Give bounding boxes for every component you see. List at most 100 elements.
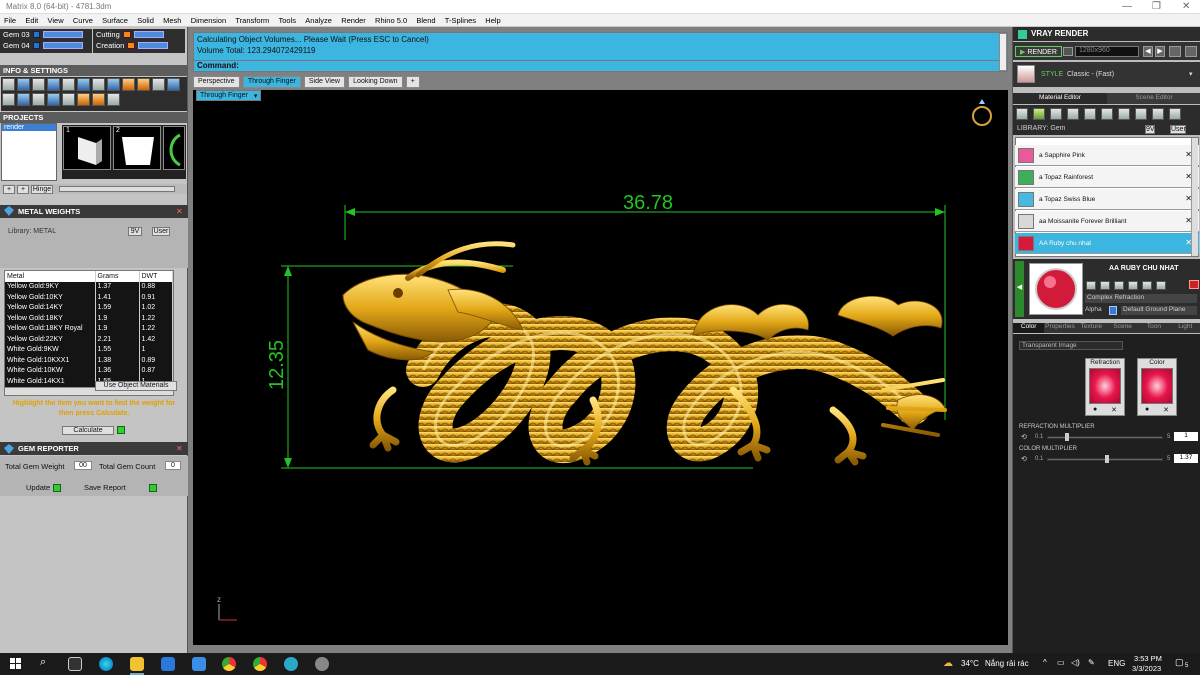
reset-icon[interactable]: ⟲ [1021,433,1027,441]
table-row[interactable]: Yellow Gold:18KY Royal 1.9 1.22 [5,323,173,334]
network-icon[interactable]: ▭ [1057,658,1065,667]
weather-icon[interactable]: ☁ [943,658,953,669]
layer-swatch[interactable] [122,31,131,38]
preview-tool-icon[interactable] [1128,281,1138,290]
list-item[interactable]: a Sapphire Pink ✕ [1015,145,1199,166]
layer-bar[interactable] [42,31,83,38]
calculate-button[interactable]: Calculate [62,425,114,435]
dragon-model[interactable] [342,241,947,466]
base-color-swatch[interactable] [1141,368,1173,404]
layer-bar[interactable] [42,42,83,49]
ring-tool-icon[interactable] [92,93,105,106]
menu-rhino[interactable]: Rhino 5.0 [371,14,410,25]
edge-icon[interactable] [99,657,113,671]
use-object-materials-checkbox[interactable]: Use Object Materials [95,381,177,391]
camera-icon[interactable] [1063,47,1073,56]
display-tool-icon[interactable] [47,78,60,91]
transparent-image-dropdown[interactable]: Transparent Image [1019,341,1123,350]
save-report-go-icon[interactable] [148,483,157,492]
close-button[interactable]: ✕ [1182,1,1190,12]
clear-icon[interactable]: ✕ [1111,406,1117,414]
ring-view-icon[interactable] [972,99,992,126]
ground-plane-dropdown[interactable]: Default Ground Plane [1121,306,1197,315]
menu-mesh[interactable]: Mesh [159,14,184,25]
eyedropper-icon[interactable]: ● [1093,406,1097,414]
layer-swatch[interactable] [32,31,40,38]
material-grid-icon[interactable] [1101,108,1113,120]
file-explorer-icon[interactable] [130,657,144,671]
layer-swatch[interactable] [127,42,136,49]
chevron-down-icon[interactable]: ▾ [254,92,258,100]
curve-tool-icon[interactable] [47,93,60,106]
tab-light[interactable]: Light [1170,323,1200,333]
preview-tool-icon[interactable] [1114,281,1124,290]
measure-tool-icon[interactable] [107,78,120,91]
zoom-tool-icon[interactable] [17,78,30,91]
table-row[interactable]: Yellow Gold:14KY 1.59 1.02 [5,302,173,313]
alpha-toggle[interactable] [1109,306,1117,315]
clock-date[interactable]: 3/3/2023 [1132,664,1161,673]
save-report-button[interactable]: Save Report [84,483,126,492]
reset-icon[interactable]: ⟲ [1021,455,1027,463]
table-row[interactable]: White Gold:9KW 1.55 1 [5,344,173,355]
snap-tool-icon[interactable] [77,78,90,91]
project-scrollbar[interactable] [59,186,175,192]
menu-transform[interactable]: Transform [231,14,272,25]
add-project-button[interactable]: + [3,184,15,194]
active-view-label[interactable]: Through Finger ▾ [196,90,262,101]
clear-icon[interactable]: ✕ [1163,406,1169,414]
table-row[interactable]: Yellow Gold:9KY 1.37 0.88 [5,281,173,292]
layer-tool-icon[interactable] [32,78,45,91]
layer-bar[interactable] [133,31,164,38]
color-value-field[interactable]: 1.37 [1174,454,1198,463]
color-slider-thumb[interactable] [1105,455,1109,463]
view-tool-icon[interactable] [152,78,165,91]
menu-surface[interactable]: Surface [98,14,131,25]
tab-scene[interactable]: Scene [1107,323,1138,333]
material-light-icon[interactable] [1169,108,1181,120]
refraction-color-swatch[interactable] [1089,368,1121,404]
layer-swatch[interactable] [32,42,40,49]
menu-blend[interactable]: Blend [412,14,438,25]
style-value[interactable]: Classic - (Fast) [1067,71,1114,78]
tab-toon[interactable]: Toon [1138,323,1169,333]
task-view-icon[interactable] [68,657,82,671]
table-row[interactable]: Yellow Gold:22KY 2.21 1.42 [5,334,173,345]
menu-tools[interactable]: Tools [275,14,300,25]
select-tool-icon[interactable] [2,78,15,91]
preview-tool-icon[interactable] [1100,281,1110,290]
chrome-icon[interactable] [222,657,236,671]
preview-tool-icon[interactable] [1156,281,1166,290]
search-icon[interactable]: ⌕ [40,656,46,669]
tab-side-view[interactable]: Side View [303,76,345,88]
tab-through-finger[interactable]: Through Finger [242,76,301,88]
menu-edit[interactable]: Edit [21,14,41,25]
metal-9v-toggle[interactable]: 9V [128,227,142,236]
weather-temp[interactable]: 34°C [961,659,979,668]
clock-time[interactable]: 3:53 PM [1134,654,1162,663]
command-scrollbar[interactable] [999,33,1007,71]
update-button[interactable]: Update [26,483,50,492]
tab-looking-down[interactable]: Looking Down [348,76,403,88]
add-viewport-tab-icon[interactable]: + [405,76,420,88]
material-texture-icon[interactable] [1067,108,1079,120]
tab-scene-editor[interactable]: Scene Editor [1107,93,1200,104]
chevron-down-icon[interactable]: ▾ [1189,70,1193,78]
material-tool-icon[interactable] [137,78,150,91]
menu-view[interactable]: View [44,14,67,25]
weather-text[interactable]: Nắng rải rác [985,659,1029,668]
close-metal-weights-icon[interactable]: ✕ [176,207,183,216]
material-list-scrollbar[interactable] [1191,138,1198,256]
thumbnail-2[interactable]: 2 [113,126,161,170]
preview-tool-icon[interactable] [1086,281,1096,290]
tab-properties[interactable]: Properties [1044,323,1075,333]
store-icon[interactable] [161,657,175,671]
list-item[interactable]: a Topaz Swiss Blue ✕ [1015,189,1199,210]
viewport[interactable]: 36.78 12.35 z [193,90,1008,645]
previous-icon[interactable]: ◀ [1143,46,1153,57]
complex-refraction-dropdown[interactable]: Complex Refraction [1085,294,1197,303]
menu-render[interactable]: Render [337,14,369,25]
material-gem-icon[interactable] [1033,108,1045,120]
chrome-profile-icon[interactable] [253,657,267,671]
menu-dimension[interactable]: Dimension [187,14,229,25]
